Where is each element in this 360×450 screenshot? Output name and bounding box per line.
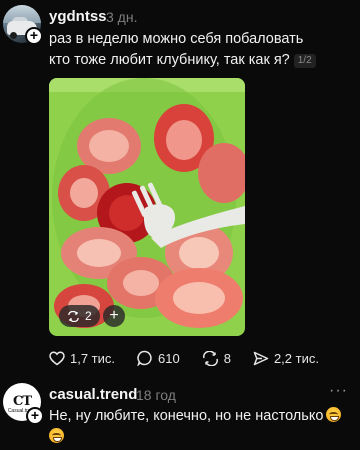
grin-emoji-icon: [49, 428, 64, 443]
photo-repost-count: 2: [85, 309, 92, 323]
comment-button[interactable]: 610: [137, 350, 180, 366]
add-follow-icon[interactable]: +: [26, 407, 44, 425]
post-actions: 1,7 тис. 610 8 2,2 тис.: [49, 348, 341, 368]
comment-username[interactable]: casual.trend: [49, 386, 137, 403]
comment-count: 610: [158, 350, 180, 366]
comment-icon: [137, 350, 152, 366]
post-time: 3 дн.: [106, 9, 138, 25]
grin-emoji-icon: [326, 407, 342, 422]
add-follow-icon[interactable]: +: [25, 27, 43, 45]
comment-text: Не, ну любите, конечно, но не настолько: [49, 406, 349, 448]
like-count: 1,7 тис.: [70, 350, 116, 366]
repost-count: 8: [223, 350, 231, 366]
more-icon[interactable]: ···: [329, 382, 348, 400]
repost-small-icon: [68, 310, 79, 322]
post-avatar[interactable]: +: [3, 5, 43, 45]
like-button[interactable]: 1,7 тис.: [49, 351, 115, 366]
comment-reply: CT Casual.trend + casual.trend 18 год ··…: [0, 380, 360, 450]
post-photo[interactable]: 2 +: [49, 78, 245, 336]
comment-text-body: Не, ну любите, конечно, но не настолько: [49, 408, 324, 424]
post-username[interactable]: ygdntss: [49, 8, 107, 25]
photo-repost-badge[interactable]: 2: [59, 305, 100, 327]
comment-time: 18 год: [136, 387, 176, 403]
post-counter: 1/2: [293, 54, 316, 68]
post-text-line-1: раз в неделю можно себя побаловать: [49, 31, 304, 47]
post-text: раз в неделю можно себя побаловать кто т…: [49, 29, 349, 71]
share-icon: [253, 351, 269, 365]
heart-icon: [49, 351, 65, 365]
repost-icon: [202, 350, 218, 366]
thread-post: + ygdntss 3 дн. раз в неделю можно себя …: [0, 0, 360, 366]
post-text-line-2: кто тоже любит клубнику, так как я? 1/2: [49, 50, 349, 71]
strawberry-plate-image: [49, 78, 245, 336]
photo-add-button[interactable]: +: [103, 305, 125, 327]
share-button[interactable]: 2,2 тис.: [253, 351, 319, 366]
share-count: 2,2 тис.: [273, 350, 319, 366]
repost-button[interactable]: 8: [202, 350, 231, 366]
